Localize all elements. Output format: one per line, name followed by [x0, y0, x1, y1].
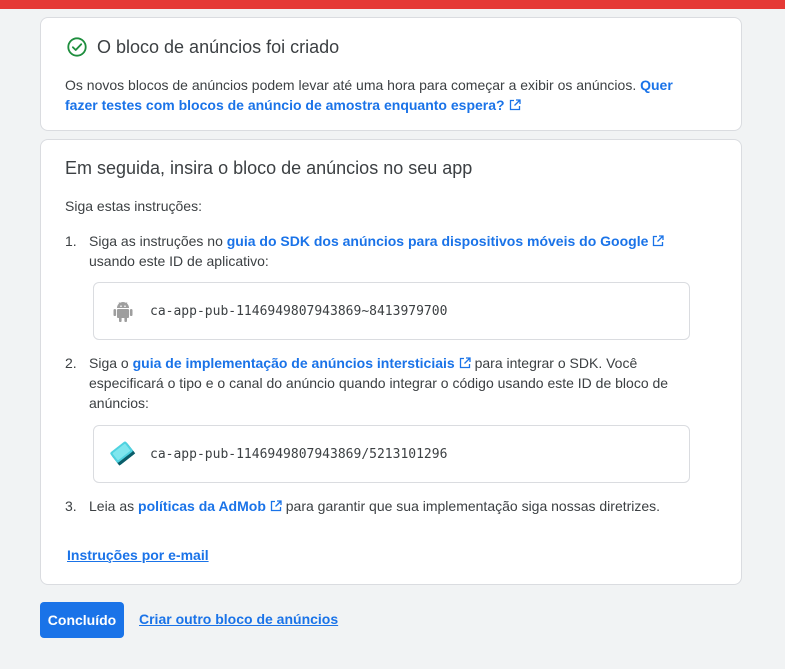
- step-number: 3.: [65, 498, 77, 514]
- instructions-intro: Siga estas instruções:: [65, 198, 202, 214]
- step-number: 2.: [65, 355, 77, 371]
- external-link-icon: [509, 99, 521, 111]
- step-text-after: usando este ID de aplicativo:: [89, 253, 269, 269]
- ad-unit-id-value: ca-app-pub-1146949807943869/5213101296: [150, 446, 448, 462]
- step-text: Siga o guia de implementação de anúncios…: [89, 353, 689, 413]
- top-accent-bar: [0, 0, 785, 9]
- ad-unit-icon: [106, 437, 140, 471]
- success-title: O bloco de anúncios foi criado: [97, 36, 340, 57]
- check-circle-icon: [67, 37, 87, 57]
- step-text-before: Siga as instruções no: [89, 233, 223, 249]
- instructions-title: Em seguida, insira o bloco de anúncios n…: [65, 158, 473, 178]
- admob-policies-link[interactable]: políticas da AdMob: [138, 498, 282, 514]
- step-text-before: Leia as: [89, 498, 135, 514]
- success-text: Os novos blocos de anúncios podem levar …: [65, 77, 637, 93]
- create-another-ad-unit-link[interactable]: Criar outro bloco de anúncios: [139, 611, 338, 627]
- email-instructions-link[interactable]: Instruções por e-mail: [67, 547, 209, 563]
- step-text-after: para garantir que sua implementação siga…: [285, 498, 661, 514]
- success-heading: O bloco de anúncios foi criado: [66, 36, 339, 58]
- interstitial-guide-link[interactable]: guia de implementação de anúncios inters…: [133, 355, 471, 371]
- external-link-icon: [459, 357, 471, 369]
- step-text: Leia as políticas da AdMob para garantir…: [89, 496, 689, 516]
- instructions-card: Em seguida, insira o bloco de anúncios n…: [40, 139, 742, 585]
- external-link-icon: [270, 500, 282, 512]
- external-link-icon: [653, 235, 665, 247]
- step-text-before: Siga o: [89, 355, 129, 371]
- success-message: Os novos blocos de anúncios podem levar …: [65, 75, 705, 115]
- step-text: Siga as instruções no guia do SDK dos an…: [89, 231, 689, 271]
- android-icon: [106, 294, 140, 328]
- done-button[interactable]: Concluído: [40, 602, 124, 638]
- success-card: O bloco de anúncios foi criado Os novos …: [40, 17, 742, 131]
- sdk-guide-link[interactable]: guia do SDK dos anúncios para dispositiv…: [227, 233, 665, 249]
- step-number: 1.: [65, 233, 77, 249]
- app-id-box[interactable]: ca-app-pub-1146949807943869~8413979700: [93, 282, 690, 340]
- ad-unit-id-box[interactable]: ca-app-pub-1146949807943869/5213101296: [93, 425, 690, 483]
- app-id-value: ca-app-pub-1146949807943869~8413979700: [150, 303, 448, 319]
